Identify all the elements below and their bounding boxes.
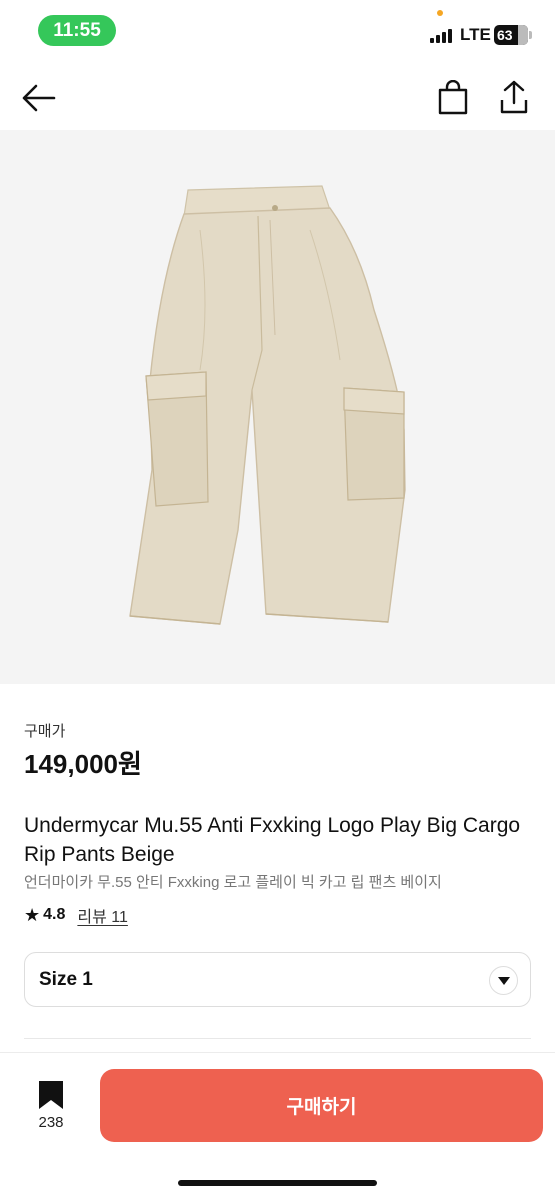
review-link[interactable]: 리뷰 11 <box>77 903 128 927</box>
battery-level: 63 <box>497 27 513 43</box>
buy-button[interactable]: 구매하기 <box>100 1069 543 1142</box>
home-indicator <box>178 1180 377 1186</box>
size-selector-label: Size 1 <box>39 968 93 990</box>
top-nav <box>0 66 555 130</box>
product-price: 149,000원 <box>24 749 142 779</box>
product-subtitle: 언더마이카 무.55 안티 Fxxking 로고 플레이 빅 카고 립 팬츠 베… <box>24 874 442 891</box>
signal-icon <box>430 27 452 43</box>
bookmark-icon <box>39 1081 63 1109</box>
footer-divider <box>0 1052 555 1053</box>
rating-score: 4.8 <box>43 906 66 923</box>
arrow-left-icon <box>22 84 56 112</box>
size-selector[interactable]: Size 1 <box>24 952 531 1007</box>
bookmark-button[interactable]: 238 <box>28 1080 74 1131</box>
star-icon: ★ <box>24 904 41 925</box>
status-time: 11:55 <box>38 15 116 46</box>
privacy-indicator-dot <box>437 10 443 16</box>
network-type: LTE <box>460 25 491 44</box>
status-bar: 11:55 LTE 63 <box>0 0 555 62</box>
price-label: 구매가 <box>24 723 66 740</box>
battery-icon: 63 <box>494 25 528 45</box>
rating-row: ★ 4.8 리뷰 11 <box>24 903 128 927</box>
share-icon <box>500 80 528 114</box>
shopping-bag-icon <box>438 79 468 115</box>
product-title: Undermycar Mu.55 Anti Fxxking Logo Play … <box>24 814 521 866</box>
chevron-down-icon <box>489 966 518 995</box>
back-button[interactable] <box>20 80 60 116</box>
shopping-bag-button[interactable] <box>436 79 470 116</box>
product-image[interactable] <box>0 130 555 684</box>
cargo-pants-image <box>129 185 406 625</box>
divider <box>24 1038 531 1039</box>
battery-tip <box>529 31 532 39</box>
share-button[interactable] <box>496 78 532 116</box>
bookmark-count: 238 <box>38 1114 64 1131</box>
